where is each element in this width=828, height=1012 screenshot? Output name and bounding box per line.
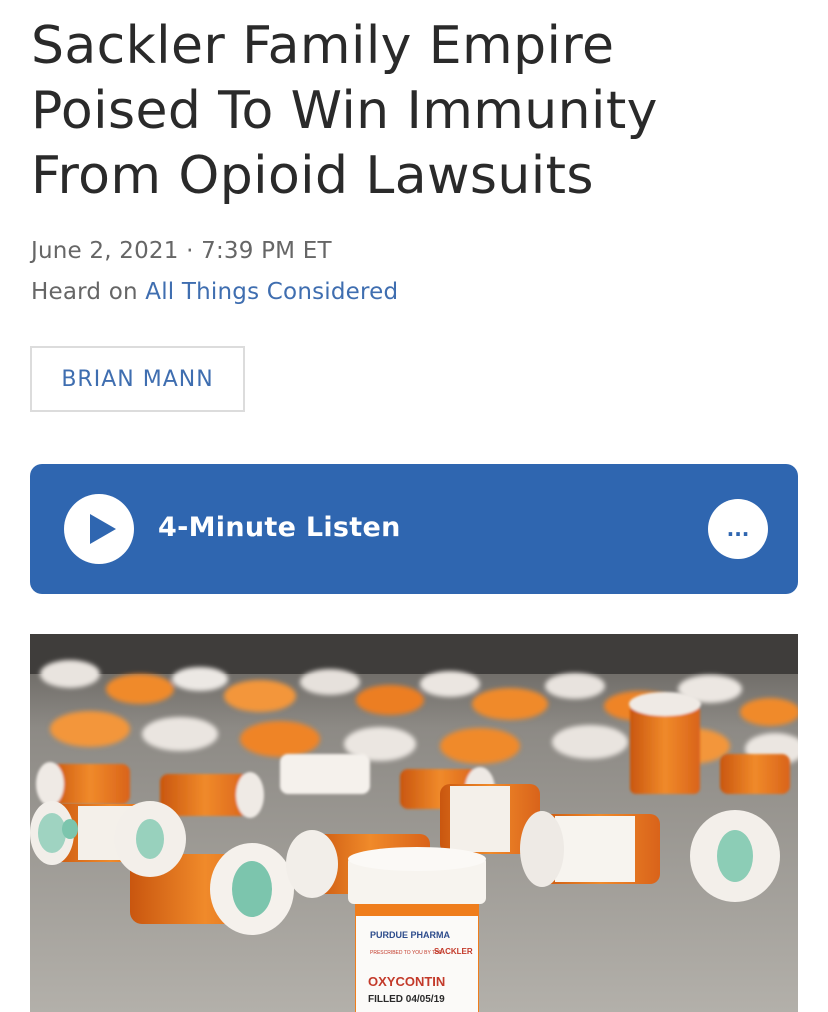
bottle-drug-text: OXYCONTIN [368, 974, 445, 989]
article-headline: Sackler Family Empire Poised To Win Immu… [31, 16, 658, 206]
article-photo: PURDUE PHARMA PRESCRIBED TO YOU BY THE S… [30, 634, 798, 1012]
show-link[interactable]: All Things Considered [145, 279, 398, 305]
more-options-button[interactable]: ... [708, 499, 768, 559]
bottle-filled-text: FILLED 04/05/19 [368, 994, 445, 1005]
heard-on-line: Heard on All Things Considered [31, 279, 398, 305]
more-icon: ... [726, 517, 750, 541]
play-button[interactable] [64, 494, 134, 564]
audio-player: 4-Minute Listen ... [30, 464, 798, 594]
pill-bottles-photo: PURDUE PHARMA PRESCRIBED TO YOU BY THE S… [30, 634, 798, 1012]
listen-duration-label: 4-Minute Listen [158, 512, 401, 543]
bottle-sackler-text: SACKLER [434, 947, 473, 956]
oxycontin-bottle: PURDUE PHARMA PRESCRIBED TO YOU BY THE S… [348, 847, 486, 1012]
bottle-brand-text: PURDUE PHARMA [370, 930, 451, 940]
bottle-promo-text: PRESCRIBED TO YOU BY THE [370, 950, 443, 956]
play-icon [90, 514, 116, 544]
author-byline-button[interactable]: BRIAN MANN [30, 346, 245, 412]
article-dateline: June 2, 2021 · 7:39 PM ET [31, 238, 332, 264]
heard-on-prefix: Heard on [31, 279, 138, 305]
